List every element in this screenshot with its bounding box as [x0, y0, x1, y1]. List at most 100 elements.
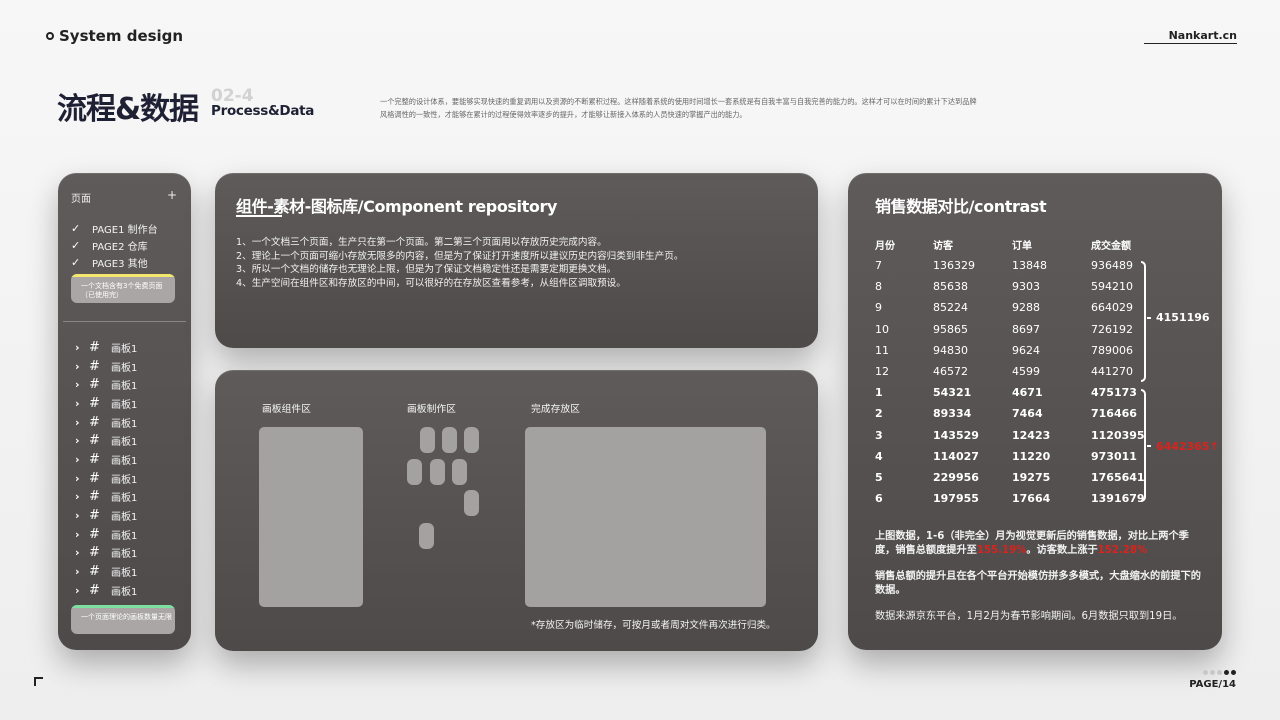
- page-item-label: PAGE1 制作台: [92, 225, 158, 236]
- table-cell: 89334: [933, 407, 972, 421]
- table-cell: 13848: [1012, 259, 1047, 273]
- board-card[interactable]: [442, 427, 457, 453]
- chevron-right-icon[interactable]: ›: [75, 341, 89, 354]
- table-cell: 3: [875, 428, 883, 442]
- board-item-label: 画板1: [111, 586, 138, 598]
- chevron-right-icon[interactable]: ›: [75, 565, 89, 578]
- table-cell: 8: [875, 280, 882, 294]
- board-item[interactable]: › # 画板1: [75, 413, 137, 432]
- component-zone[interactable]: [259, 427, 363, 607]
- note-text: 一个页面理论的画板数量无限: [81, 613, 172, 621]
- board-item[interactable]: › # 画板1: [75, 488, 137, 507]
- table-cell: 594210: [1091, 280, 1133, 294]
- table-cell: 936489: [1091, 259, 1133, 273]
- board-card[interactable]: [464, 427, 479, 453]
- brace-new: [1141, 389, 1146, 502]
- chevron-right-icon[interactable]: ›: [75, 434, 89, 447]
- page-title: 流程&数据: [57, 92, 199, 127]
- check-icon: ✓: [71, 256, 81, 269]
- page-item[interactable]: ✓ PAGE3 其他: [71, 254, 181, 271]
- zone-label-production: 画板制作区: [407, 404, 456, 415]
- table-cell: 143529: [933, 428, 979, 442]
- table-header: 月份 访客 订单 成交金额: [875, 236, 1161, 252]
- page-item[interactable]: ✓ PAGE1 制作台: [71, 220, 181, 237]
- chevron-right-icon[interactable]: ›: [75, 490, 89, 503]
- corner-mark: [34, 677, 43, 686]
- pages-limit-note: 一个文档含有3个免费页面（已使用完）: [71, 274, 175, 303]
- board-item[interactable]: › # 画板1: [75, 469, 137, 488]
- board-card[interactable]: [419, 523, 434, 549]
- column-header: 订单: [1012, 240, 1032, 252]
- table-cell: 114027: [933, 449, 979, 463]
- add-page-button[interactable]: +: [167, 188, 177, 202]
- table-cell: 17664: [1012, 492, 1051, 506]
- board-item[interactable]: › # 画板1: [75, 450, 137, 469]
- table-row: 4 114027 11220 973011: [875, 446, 1161, 467]
- board-item-label: 画板1: [111, 568, 138, 580]
- page-item[interactable]: ✓ PAGE2 仓库: [71, 237, 181, 254]
- board-item[interactable]: › # 画板1: [75, 544, 137, 563]
- table-cell: 2: [875, 407, 883, 421]
- summary-paragraph: 上图数据，1-6（非完全）月为视觉更新后的销售数据，对比上两个季度，销售总额度提…: [875, 530, 1205, 558]
- zone-label-components: 画板组件区: [262, 404, 311, 415]
- chevron-right-icon[interactable]: ›: [75, 584, 89, 597]
- board-item-label: 画板1: [111, 381, 138, 393]
- frame-icon: #: [89, 395, 100, 411]
- board-item[interactable]: › # 画板1: [75, 506, 137, 525]
- board-item[interactable]: › # 画板1: [75, 525, 137, 544]
- chevron-right-icon[interactable]: ›: [75, 472, 89, 485]
- note-accent-bar: [71, 274, 175, 277]
- storage-zone[interactable]: [525, 427, 766, 607]
- note-line: 4、生产空间在组件区和存放区的中间，可以很好的在存放区查看参考，从组件区调取预设…: [236, 277, 626, 289]
- storage-footnote: *存放区为临时储存，可按月或者周对文件再次进行归类。: [531, 620, 776, 631]
- circle-icon: [46, 32, 54, 40]
- board-item[interactable]: › # 画板1: [75, 357, 137, 376]
- table-row: 2 89334 7464 716466: [875, 403, 1161, 424]
- table-row: 3 143529 12423 1120395: [875, 425, 1161, 446]
- board-item[interactable]: › # 画板1: [75, 394, 137, 413]
- pages-heading: 页面: [71, 194, 91, 205]
- board-card[interactable]: [452, 459, 467, 485]
- table-row: 11 94830 9624 789006: [875, 340, 1161, 361]
- chevron-right-icon[interactable]: ›: [75, 546, 89, 559]
- boards-limit-note: 一个页面理论的画板数量无限: [71, 605, 175, 634]
- board-item-label: 画板1: [111, 362, 138, 374]
- table-cell: 11220: [1012, 449, 1051, 463]
- chevron-right-icon[interactable]: ›: [75, 528, 89, 541]
- site-link[interactable]: Nankart.cn: [1143, 29, 1237, 44]
- component-notes: 1、一个文档三个页面，生产只在第一个页面。第二第三个页面用以存放历史完成内容。 …: [236, 236, 683, 290]
- chevron-right-icon[interactable]: ›: [75, 453, 89, 466]
- frame-icon: #: [89, 526, 100, 542]
- chevron-right-icon[interactable]: ›: [75, 378, 89, 391]
- board-list: › # 画板1 › # 画板1 › # 画板1 › # 画板1 › # 画板1 › # 画板1 › # 画板1 › # 画板1…: [75, 338, 137, 600]
- table-cell: 973011: [1091, 449, 1137, 463]
- chevron-right-icon[interactable]: ›: [75, 416, 89, 429]
- note-line: 1、一个文档三个页面，生产只在第一个页面。第二第三个页面用以存放历史完成内容。: [236, 237, 607, 248]
- zone-label-storage: 完成存放区: [531, 404, 580, 415]
- table-cell: 197955: [933, 492, 979, 506]
- page-item-label: PAGE3 其他: [92, 259, 148, 270]
- chevron-right-icon[interactable]: ›: [75, 360, 89, 373]
- board-item-label: 画板1: [111, 455, 138, 467]
- page-dot: [1217, 670, 1222, 675]
- board-item[interactable]: › # 画板1: [75, 581, 137, 600]
- frame-icon: #: [89, 414, 100, 430]
- chevron-right-icon[interactable]: ›: [75, 397, 89, 410]
- board-item[interactable]: › # 画板1: [75, 562, 137, 581]
- board-card[interactable]: [430, 459, 445, 485]
- board-item[interactable]: › # 画板1: [75, 338, 137, 357]
- table-cell: 726192: [1091, 322, 1133, 336]
- chevron-right-icon[interactable]: ›: [75, 509, 89, 522]
- page-dot: [1210, 670, 1215, 675]
- table-cell: 4: [875, 449, 883, 463]
- board-item[interactable]: › # 画板1: [75, 375, 137, 394]
- board-card[interactable]: [407, 459, 422, 485]
- divider: [63, 321, 186, 322]
- board-card[interactable]: [420, 427, 435, 453]
- board-card[interactable]: [464, 490, 479, 516]
- table-row: 6 197955 17664 1391679: [875, 488, 1161, 509]
- intro-text: 一个完整的设计体系，要能够实现快速的重复调用以及资源的不断累积过程。这样随着系统…: [380, 97, 977, 119]
- table-cell: 1120395: [1091, 428, 1145, 442]
- board-item-label: 画板1: [111, 437, 138, 449]
- board-item[interactable]: › # 画板1: [75, 431, 137, 450]
